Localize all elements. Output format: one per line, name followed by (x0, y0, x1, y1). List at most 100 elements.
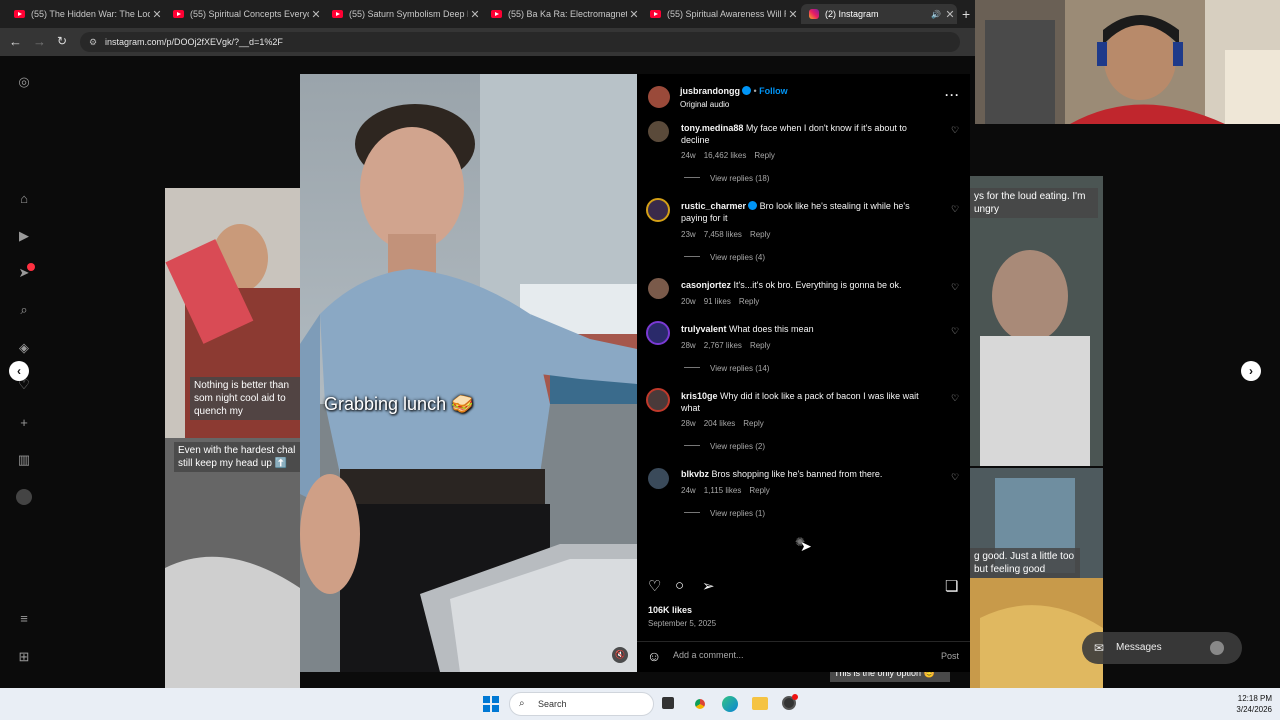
comment-username[interactable]: trulyvalent (681, 324, 727, 334)
view-replies-button[interactable]: View replies (14) (684, 364, 769, 373)
author-username[interactable]: jusbrandongg (680, 86, 740, 96)
audio-label[interactable]: Original audio (680, 100, 729, 109)
comment-meta: 24w 1,115 likes Reply (681, 486, 770, 495)
new-tab-button[interactable]: + (962, 6, 970, 22)
messages-button[interactable]: ✉ Messages (1082, 632, 1242, 664)
like-icon[interactable]: ♡ (648, 577, 661, 595)
background-post-thumbnail[interactable] (970, 176, 1103, 466)
verified-icon (748, 201, 758, 210)
close-tab-icon[interactable]: ✕ (627, 8, 641, 21)
dashboard-icon[interactable]: ▥ (16, 452, 32, 468)
browser-tab[interactable]: (55) The Hidden War: The Loosh ✕ (6, 4, 164, 24)
reels-icon[interactable]: ▶ (16, 228, 32, 244)
follow-button[interactable]: Follow (759, 86, 788, 96)
next-post-button[interactable]: › (1241, 361, 1261, 381)
share-icon[interactable]: ➢ (702, 577, 715, 595)
windows-start-icon[interactable] (483, 696, 499, 712)
reload-icon[interactable]: ↻ (57, 34, 67, 48)
edge-icon[interactable] (722, 696, 738, 712)
comment-avatar[interactable] (648, 121, 669, 142)
youtube-icon (650, 10, 661, 18)
post-comment-button[interactable]: Post (941, 651, 959, 661)
close-tab-icon[interactable]: ✕ (786, 8, 800, 21)
background-caption: Nothing is better than som night cool ai… (190, 377, 300, 420)
chrome-icon[interactable] (692, 696, 708, 712)
browser-tab[interactable]: (55) Spiritual Awareness Will Ru ✕ (642, 4, 800, 24)
background-post-thumbnail[interactable] (165, 188, 300, 688)
webcam-overlay (975, 0, 1280, 124)
mute-icon[interactable]: 🔇 (612, 647, 628, 663)
explore-icon[interactable]: ◈ (16, 340, 32, 356)
reel-video[interactable] (300, 74, 637, 672)
emoji-icon[interactable]: ☺ (647, 648, 661, 664)
url-field[interactable]: ⚙ instagram.com/p/DOOj2fXEVgk/?__d=1%2F (80, 32, 960, 52)
browser-tab[interactable]: (55) Ba Ka Ra: Electromagnetic ✕ (483, 4, 641, 24)
browser-tab-bar: (55) The Hidden War: The Loosh ✕ (55) Spi… (0, 0, 975, 28)
browser-tab[interactable]: (55) Spiritual Concepts Everyone ✕ (165, 4, 323, 24)
comment-avatar[interactable] (648, 278, 669, 299)
like-comment-icon[interactable]: ♡ (951, 282, 959, 293)
comment-username[interactable]: rustic_charmer (681, 201, 746, 211)
address-bar-row: ← → ↻ ⚙ instagram.com/p/DOOj2fXEVgk/?__d… (0, 28, 975, 56)
taskbar-search[interactable]: ⌕ Search (509, 692, 654, 716)
forward-icon[interactable]: → (33, 34, 46, 49)
menu-icon[interactable]: ≡ (16, 611, 32, 627)
profile-avatar[interactable] (16, 489, 32, 505)
comment-avatar[interactable] (646, 321, 670, 345)
close-tab-icon[interactable]: ✕ (150, 8, 164, 21)
like-comment-icon[interactable]: ♡ (951, 393, 959, 404)
task-view-icon[interactable] (662, 697, 674, 709)
apps-icon[interactable]: ⊞ (16, 649, 32, 665)
previous-post-button[interactable]: ‹ (9, 361, 29, 381)
reply-button[interactable]: Reply (754, 151, 774, 160)
like-comment-icon[interactable]: ♡ (951, 204, 959, 215)
comment-avatar[interactable] (648, 468, 669, 489)
create-icon[interactable]: + (16, 415, 32, 431)
close-tab-icon[interactable]: ✕ (943, 8, 957, 21)
comment-meta: 23w 7,458 likes Reply (681, 230, 771, 239)
home-icon[interactable]: ⌂ (16, 191, 32, 207)
comment-text: blkvbz Bros shopping like he's banned fr… (681, 469, 883, 479)
notification-badge (27, 263, 35, 271)
comment-avatar[interactable] (646, 198, 670, 222)
instagram-icon[interactable]: ◎ (16, 74, 32, 90)
reply-button[interactable]: Reply (749, 486, 769, 495)
speaker-icon[interactable]: 🔊 (929, 10, 943, 19)
view-replies-button[interactable]: View replies (4) (684, 253, 765, 262)
close-tab-icon[interactable]: ✕ (468, 8, 482, 21)
reply-button[interactable]: Reply (739, 297, 759, 306)
comment-username[interactable]: casonjortez (681, 280, 731, 290)
reply-button[interactable]: Reply (750, 230, 770, 239)
browser-tab[interactable]: (55) Saturn Symbolism Deep Di ✕ (324, 4, 482, 24)
view-replies-button[interactable]: View replies (18) (684, 174, 769, 183)
search-icon[interactable]: ⌕ (16, 302, 32, 318)
system-clock[interactable]: 12:18 PM 3/24/2026 (1222, 693, 1272, 715)
comment-text: kris10ge Why did it look like a pack of … (681, 391, 919, 413)
youtube-icon (173, 10, 184, 18)
file-explorer-icon[interactable] (752, 697, 768, 710)
reply-button[interactable]: Reply (750, 341, 770, 350)
comment-icon[interactable]: ○ (675, 577, 684, 594)
comment-username[interactable]: tony.medina88 (681, 123, 743, 133)
likes-count[interactable]: 106K likes (648, 605, 692, 615)
comment-input[interactable] (673, 650, 913, 660)
browser-tab-active[interactable]: (2) Instagram 🔊 ✕ (801, 4, 957, 24)
comment-avatar[interactable] (646, 388, 670, 412)
more-options-icon[interactable]: ··· (945, 88, 960, 102)
save-bookmark-icon[interactable]: ❏ (945, 577, 958, 595)
reply-button[interactable]: Reply (743, 419, 763, 428)
comment-username[interactable]: kris10ge (681, 391, 718, 401)
like-comment-icon[interactable]: ♡ (951, 472, 959, 483)
close-tab-icon[interactable]: ✕ (309, 8, 323, 21)
view-replies-button[interactable]: View replies (1) (684, 509, 765, 518)
background-thumbnail-art (165, 188, 300, 688)
like-comment-icon[interactable]: ♡ (951, 326, 959, 337)
comment-username[interactable]: blkvbz (681, 469, 709, 479)
post-date[interactable]: September 5, 2025 (648, 619, 716, 628)
comment-text: rustic_charmer Bro look like he's steali… (681, 201, 910, 223)
back-icon[interactable]: ← (9, 34, 22, 49)
site-info-icon[interactable]: ⚙ (89, 32, 97, 52)
author-avatar[interactable] (648, 86, 670, 108)
view-replies-button[interactable]: View replies (2) (684, 442, 765, 451)
like-comment-icon[interactable]: ♡ (951, 125, 959, 136)
